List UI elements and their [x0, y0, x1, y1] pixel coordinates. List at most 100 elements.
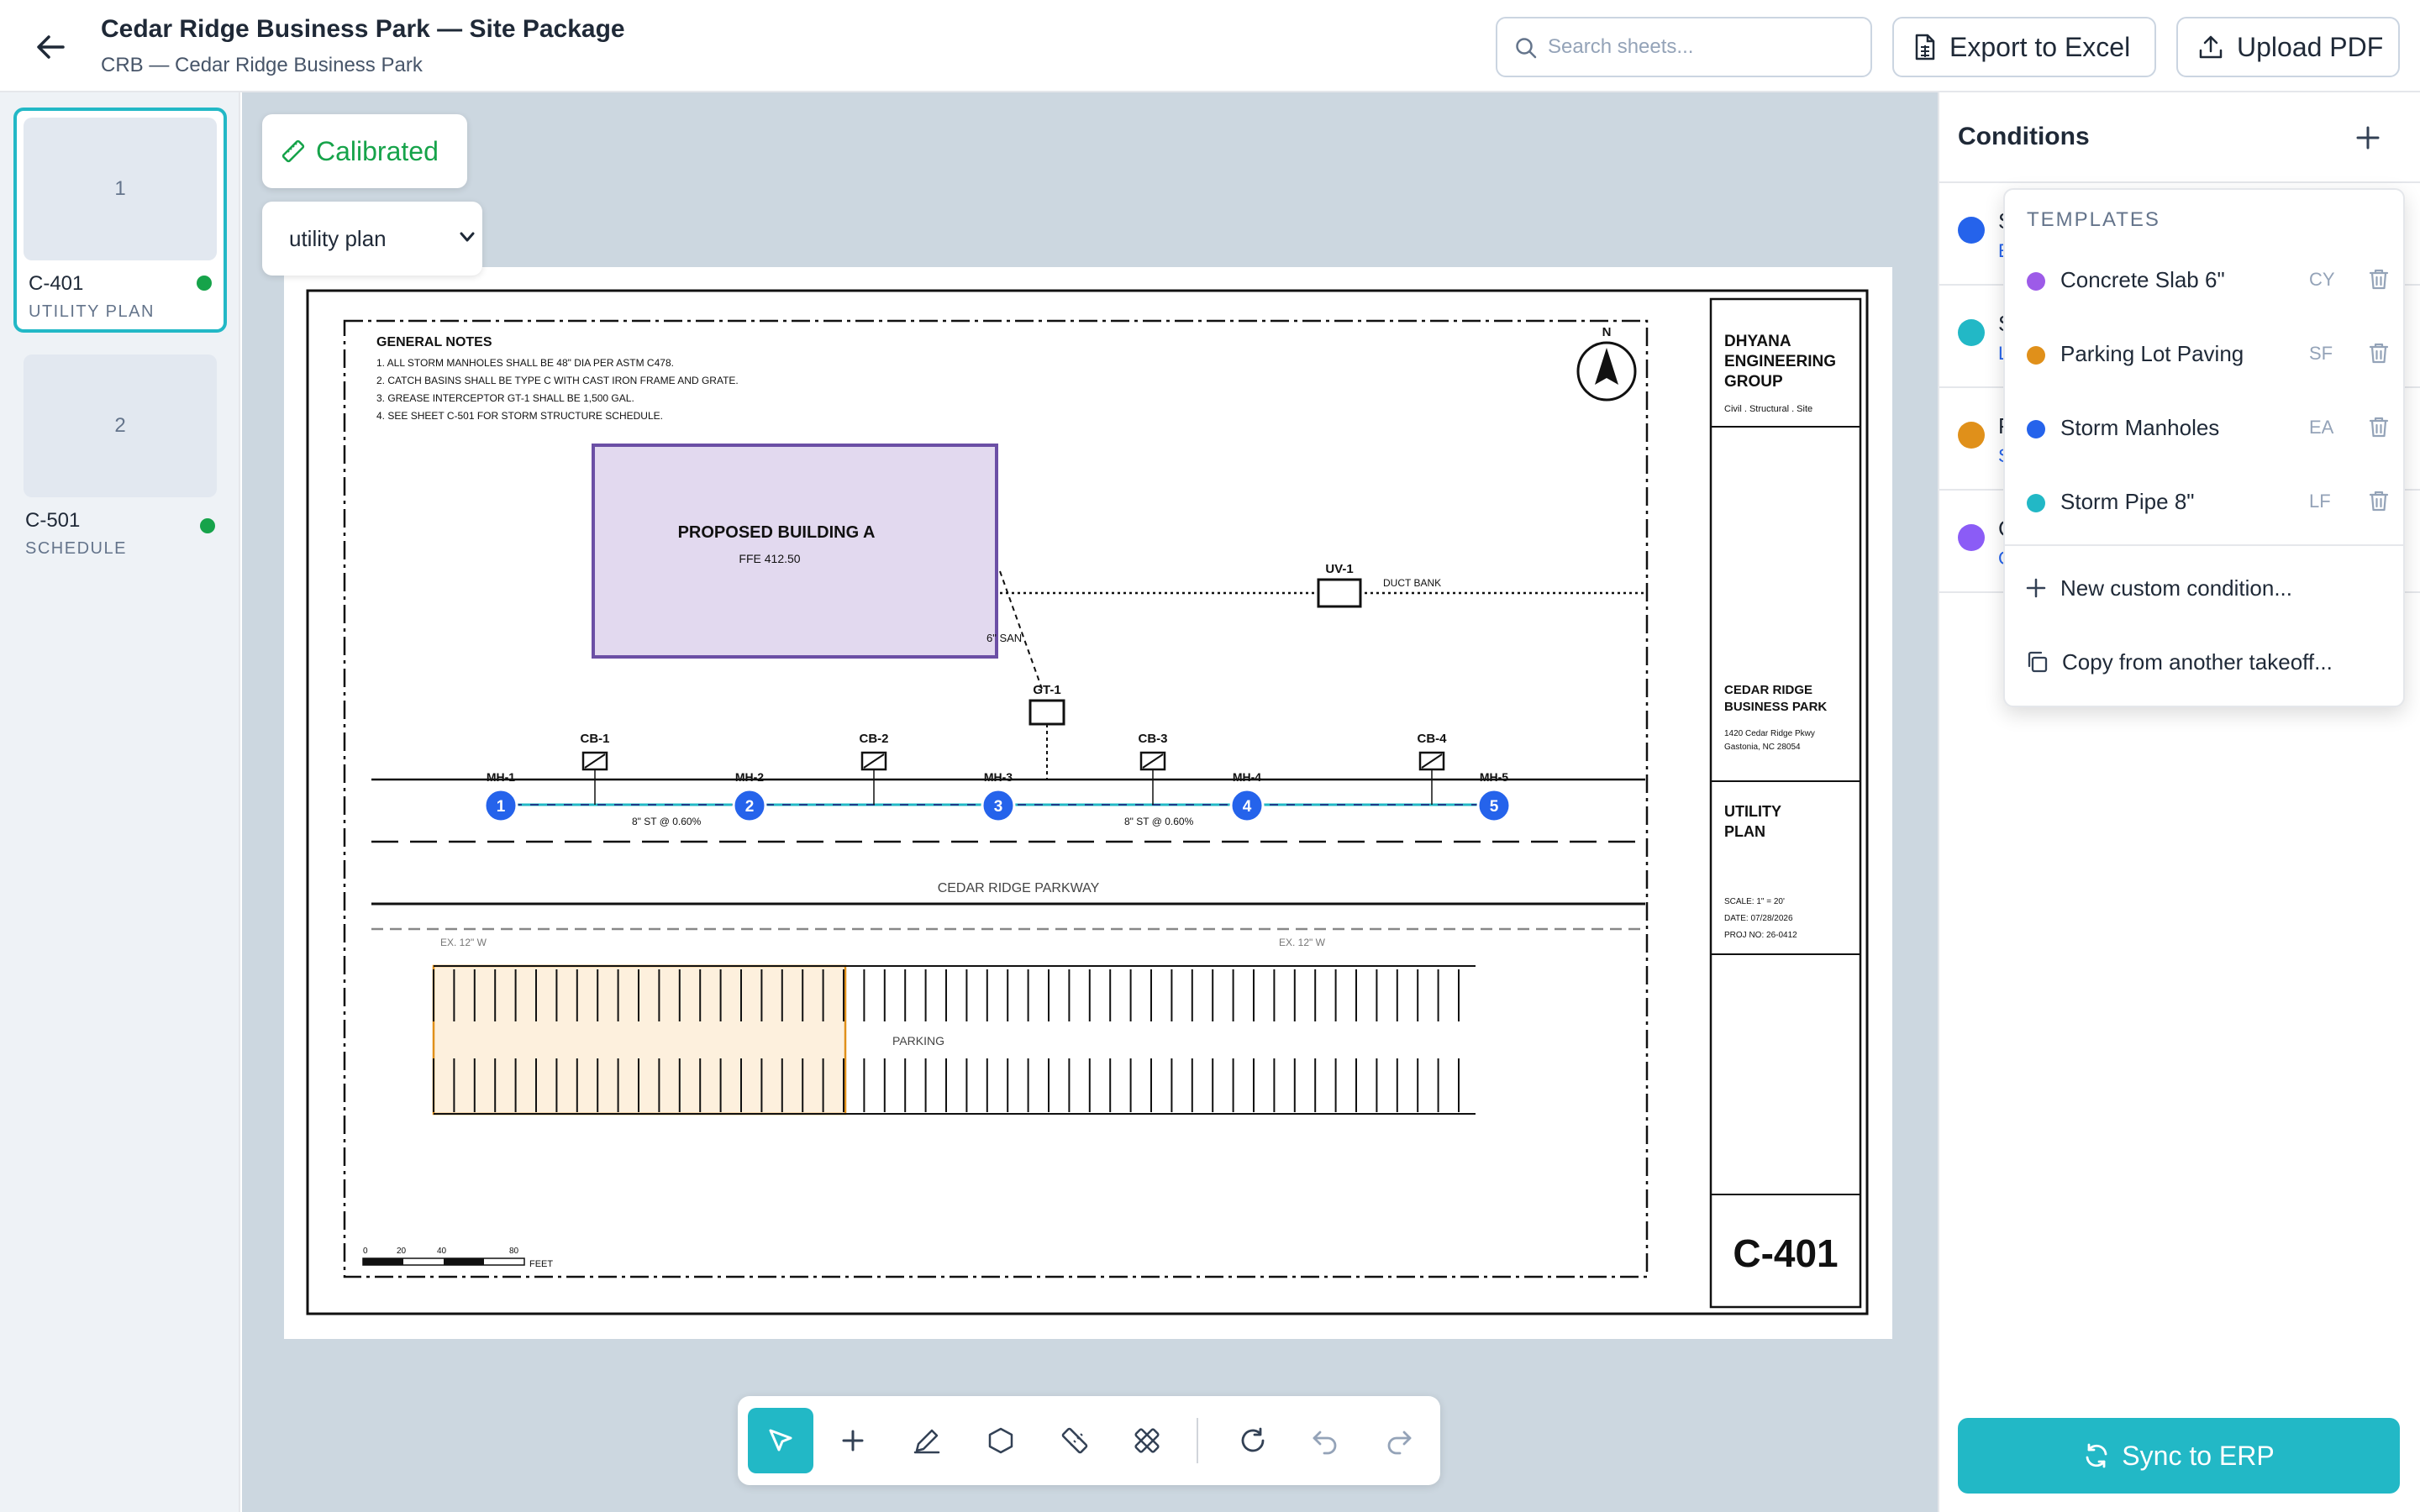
water-label-1: EX. 12" W — [440, 937, 487, 948]
building-title: PROPOSED BUILDING A — [678, 523, 876, 542]
export-excel-label: Export to Excel — [1949, 31, 2131, 62]
template-unit: CY — [2309, 269, 2335, 290]
sheet-number-large: C-401 — [1733, 1231, 1838, 1275]
note-3: 3. GREASE INTERCEPTOR GT-1 SHALL BE 1,50… — [376, 392, 634, 404]
redo-button[interactable] — [1366, 1408, 1432, 1473]
scale-tick-20: 20 — [397, 1247, 407, 1256]
manhole-marker[interactable]: MH-2 2 — [732, 770, 767, 823]
manhole-marker[interactable]: MH-3 3 — [981, 770, 1016, 823]
project-number: PROJ NO: 26-0412 — [1724, 931, 1797, 940]
upload-pdf-button[interactable]: Upload PDF — [2176, 17, 2400, 77]
firm-name-2: ENGINEERING — [1724, 353, 1836, 370]
sync-erp-button[interactable]: Sync to ERP — [1958, 1418, 2400, 1494]
svg-text:3: 3 — [994, 798, 1003, 816]
street-name: CEDAR RIDGE PARKWAY — [938, 881, 1100, 895]
template-unit: SF — [2309, 343, 2333, 364]
add-condition-button[interactable] — [2349, 119, 2386, 156]
svg-text:MH-3: MH-3 — [984, 770, 1013, 784]
calibrated-badge[interactable]: Calibrated — [262, 114, 467, 188]
back-button[interactable] — [30, 29, 71, 66]
draw-tool-button[interactable] — [894, 1408, 960, 1473]
search-icon — [1514, 36, 1538, 66]
template-item-concrete-slab[interactable]: Concrete Slab 6" CY — [2005, 242, 2403, 316]
template-item-storm-pipe[interactable]: Storm Pipe 8" LF — [2005, 464, 2403, 538]
template-color-dot — [2027, 420, 2045, 438]
catch-basin[interactable]: CB-2 — [859, 732, 889, 805]
template-item-storm-manholes[interactable]: Storm Manholes EA — [2005, 390, 2403, 464]
sheet-code: C-501 — [25, 509, 81, 532]
sheet-item-c501[interactable]: 2 C-501 SCHEDULE — [13, 354, 227, 573]
template-name: Concrete Slab 6" — [2060, 267, 2225, 292]
trash-icon[interactable] — [2368, 415, 2390, 438]
export-excel-button[interactable]: Export to Excel — [1892, 17, 2156, 77]
add-point-button[interactable] — [820, 1408, 886, 1473]
copy-from-takeoff-button[interactable]: Copy from another takeoff... — [2005, 628, 2403, 696]
trash-icon[interactable] — [2368, 489, 2390, 512]
refresh-button[interactable] — [1220, 1408, 1286, 1473]
select-tool-button[interactable] — [748, 1408, 813, 1473]
calibrate-tool-button[interactable] — [1114, 1408, 1180, 1473]
scale-tick-80: 80 — [509, 1247, 519, 1256]
trash-icon[interactable] — [2368, 341, 2390, 365]
san-label: 6" SAN — [986, 632, 1022, 644]
manhole-marker[interactable]: MH-5 5 — [1476, 770, 1512, 823]
scale-tick-40: 40 — [437, 1247, 447, 1256]
templates-heading: TEMPLATES — [2027, 208, 2160, 231]
sheet-date: DATE: 07/28/2026 — [1724, 914, 1793, 923]
firm-name-1: DHYANA — [1724, 333, 1791, 350]
catch-basin[interactable]: CB-4 — [1417, 732, 1447, 805]
sheet-scale: SCALE: 1" = 20' — [1724, 897, 1785, 906]
search-box[interactable] — [1496, 17, 1872, 77]
scale-unit: FEET — [529, 1259, 553, 1269]
trash-icon[interactable] — [2368, 267, 2390, 291]
manhole-marker[interactable]: MH-1 1 — [483, 770, 518, 823]
dropdown-divider — [2005, 544, 2403, 546]
condition-color-dot — [1958, 319, 1985, 346]
sheet-thumbnail: 1 — [24, 118, 217, 260]
svg-text:CB-1: CB-1 — [580, 732, 609, 746]
note-2: 2. CATCH BASINS SHALL BE TYPE C WITH CAS… — [376, 375, 739, 386]
calibrated-label: Calibrated — [316, 135, 439, 166]
sheet-title-2: PLAN — [1724, 823, 1765, 840]
drawing-toolbar — [738, 1396, 1440, 1485]
polygon-tool-button[interactable] — [968, 1408, 1034, 1473]
template-item-parking-lot[interactable]: Parking Lot Paving SF — [2005, 316, 2403, 390]
copy-from-takeoff-label: Copy from another takeoff... — [2062, 648, 2333, 675]
spreadsheet-icon — [1914, 34, 1936, 60]
undo-button[interactable] — [1292, 1408, 1358, 1473]
toolbar-divider — [1197, 1418, 1198, 1463]
measure-tool-button[interactable] — [1042, 1408, 1107, 1473]
refresh-icon — [1241, 1427, 1265, 1452]
undo-icon — [1313, 1431, 1337, 1455]
page-subtitle: CRB — Cedar Ridge Business Park — [101, 54, 423, 76]
project-name-1: CEDAR RIDGE — [1724, 683, 1812, 697]
svg-text:MH-1: MH-1 — [487, 770, 515, 784]
manhole-marker[interactable]: MH-4 4 — [1229, 770, 1265, 823]
plus-icon — [842, 1430, 864, 1452]
sheet-thumbnail: 2 — [24, 354, 217, 497]
plus-icon — [2356, 126, 2380, 150]
proposed-building[interactable] — [592, 444, 998, 659]
catch-basin[interactable]: CB-1 — [580, 732, 610, 805]
new-custom-condition-button[interactable]: New custom condition... — [2005, 554, 2403, 622]
search-input[interactable] — [1548, 35, 1850, 59]
template-color-dot — [2027, 346, 2045, 365]
ruler-icon — [281, 139, 306, 164]
sheet-item-c401[interactable]: 1 C-401 UTILITY PLAN — [13, 108, 227, 333]
chevron-down-icon — [457, 227, 477, 253]
template-color-dot — [2027, 272, 2045, 291]
sheet-view-select[interactable]: utility plan — [262, 202, 482, 276]
firm-name-3: GROUP — [1724, 373, 1783, 391]
page-title: Cedar Ridge Business Park — Site Package — [101, 15, 625, 43]
catch-basin[interactable]: CB-3 — [1138, 732, 1168, 805]
cursor-icon — [769, 1429, 792, 1452]
project-address-1: 1420 Cedar Ridge Pkwy — [1724, 729, 1815, 738]
conditions-title: Conditions — [1958, 123, 2090, 150]
plus-icon — [2025, 577, 2047, 599]
duct-bank-label: DUCT BANK — [1383, 577, 1441, 589]
status-dot — [200, 518, 215, 533]
arrow-left-icon — [37, 35, 65, 59]
sync-erp-label: Sync to ERP — [2122, 1440, 2275, 1471]
general-notes-title: GENERAL NOTES — [376, 335, 492, 349]
drawing-sheet[interactable]: DHYANA ENGINEERING GROUP Civil . Structu… — [284, 267, 1892, 1339]
